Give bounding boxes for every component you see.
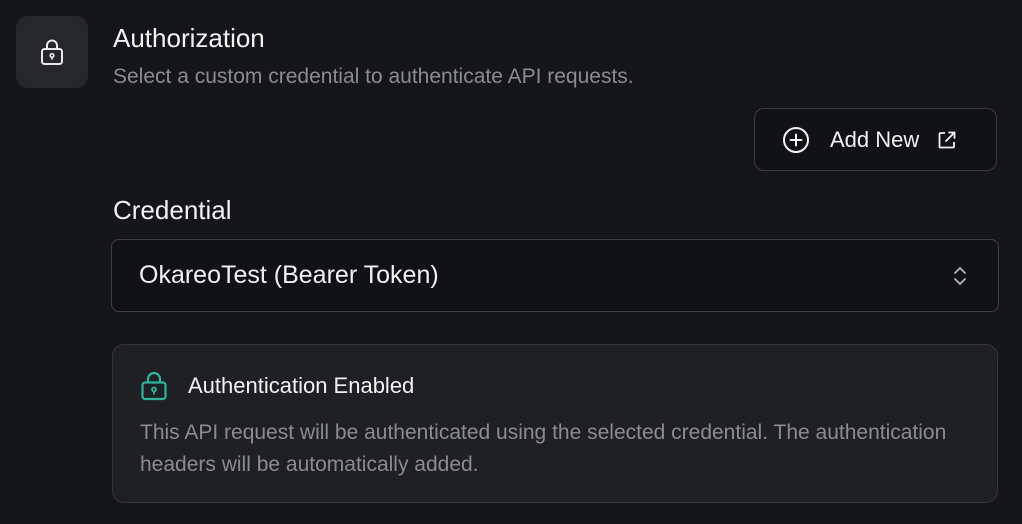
section-title: Authorization xyxy=(113,23,265,53)
info-card-title: Authentication Enabled xyxy=(188,373,415,398)
info-card-header: Authentication Enabled xyxy=(140,371,414,401)
section-icon-container xyxy=(16,16,88,88)
add-new-button[interactable]: Add New xyxy=(754,108,997,171)
authorization-panel: Authorization Select a custom credential… xyxy=(0,0,1022,524)
lock-icon xyxy=(41,39,63,65)
lock-icon xyxy=(141,371,167,401)
chevron-up-down-icon xyxy=(954,266,966,285)
section-description: Select a custom credential to authentica… xyxy=(113,65,634,88)
plus-circle-icon xyxy=(783,126,809,153)
credential-selected-value: OkareoTest (Bearer Token) xyxy=(139,261,439,289)
credential-label: Credential xyxy=(113,195,232,225)
authentication-info-card: Authentication Enabled This API request … xyxy=(112,344,998,503)
external-link-icon xyxy=(938,131,956,148)
add-new-label: Add New xyxy=(830,126,920,152)
credential-select[interactable]: OkareoTest (Bearer Token) xyxy=(111,239,999,312)
info-card-text: This API request will be authenticated u… xyxy=(140,421,947,476)
